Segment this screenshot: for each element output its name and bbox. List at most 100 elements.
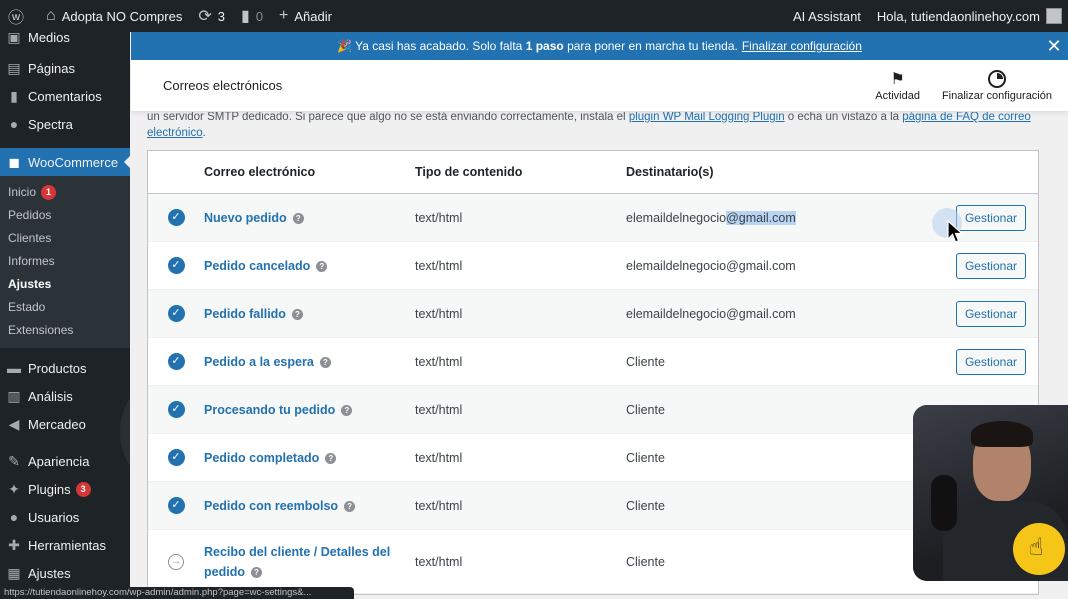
menu-ajustes-label: Ajustes	[28, 565, 71, 581]
home-icon: ⌂	[46, 7, 56, 24]
enabled-check-icon: ✓	[167, 497, 185, 514]
table-row: ✓ Pedido fallido? text/html elemaildelne…	[148, 290, 1038, 338]
add-new-link[interactable]: + Añadir	[271, 0, 340, 32]
finish-setup-label: Finalizar configuración	[941, 89, 1052, 102]
menu-woocommerce[interactable]: ◼ WooCommerce	[0, 148, 130, 176]
admin-bar: ⓦ ⌂ Adopta NO Compres ⟳ 3 ▮ 0 + Añadir AI As…	[0, 0, 1068, 32]
menu-comments-label: Comentarios	[28, 88, 102, 104]
pointer-glyph: ☝	[1029, 534, 1044, 561]
site-name-link[interactable]: ⌂ Adopta NO Compres	[38, 0, 190, 32]
help-icon[interactable]: ?	[319, 356, 331, 368]
comments-link[interactable]: ▮ 0	[233, 0, 271, 32]
updates-link[interactable]: ⟳ 3	[190, 0, 233, 32]
email-name-cell: Nuevo pedido?	[204, 208, 415, 228]
manage-button[interactable]: Gestionar	[955, 348, 1026, 375]
status-cell: ✓	[148, 449, 204, 466]
email-name-link-line2[interactable]: pedido	[204, 565, 245, 579]
help-icon[interactable]: ?	[316, 260, 328, 272]
email-name-cell: Pedido completado?	[204, 448, 415, 468]
page-title: Correos electrónicos	[163, 78, 283, 93]
help-icon[interactable]: ?	[250, 566, 262, 578]
finish-setup-button[interactable]: Finalizar configuración	[936, 69, 1058, 102]
user-icon: ●	[9, 509, 19, 525]
browser-status-url: https://tutiendaonlinehoy.com/wp-admin/a…	[0, 587, 354, 599]
submenu-ajustes[interactable]: Ajustes	[0, 273, 130, 296]
submenu-pedidos[interactable]: Pedidos	[0, 204, 130, 227]
email-name-link-line1[interactable]: Recibo del cliente / Detalles del	[204, 545, 390, 559]
page-icon: ▤	[7, 59, 21, 76]
menu-mercadeo[interactable]: ◀ Mercadeo	[0, 410, 130, 438]
plugin-icon: ✦	[8, 480, 20, 497]
email-name-cell: Procesando tu pedido?	[204, 400, 415, 420]
wordpress-icon: ⓦ	[8, 10, 25, 27]
help-icon[interactable]: ?	[341, 404, 353, 416]
activity-button[interactable]: ⚑ Actividad	[869, 70, 926, 102]
menu-productos[interactable]: ▬ Productos	[0, 354, 130, 382]
menu-apariencia-label: Apariencia	[28, 453, 90, 469]
intro-text-2: o echa un vistazo a la	[787, 111, 900, 123]
menu-comments[interactable]: ▮ Comentarios	[0, 82, 130, 110]
menu-plugins-label: Plugins	[28, 481, 71, 497]
spectra-icon: ●	[9, 116, 19, 132]
submenu-inicio-label: Inicio	[8, 185, 37, 199]
wordpress-logo-button[interactable]: ⓦ	[0, 0, 38, 32]
menu-analisis[interactable]: ▥ Análisis	[0, 382, 130, 410]
help-icon[interactable]: ?	[344, 500, 356, 512]
content-type-cell: text/html	[415, 258, 463, 273]
submenu-extensiones[interactable]: Extensiones	[0, 319, 130, 342]
email-name-link[interactable]: Pedido cancelado	[204, 259, 310, 273]
menu-apariencia[interactable]: ✎ Apariencia	[0, 447, 130, 475]
refresh-icon: ⟳	[198, 8, 212, 25]
manage-button[interactable]: Gestionar	[955, 204, 1026, 231]
help-icon[interactable]: ?	[292, 212, 304, 224]
email-name-link[interactable]: Pedido fallido	[204, 307, 286, 321]
email-name-link[interactable]: Nuevo pedido	[204, 211, 287, 225]
ai-assistant-link[interactable]: AI Assistant	[785, 0, 869, 32]
settings-icon: ▦	[7, 564, 21, 581]
help-icon[interactable]: ?	[291, 308, 303, 320]
menu-pages[interactable]: ▤ Páginas	[0, 54, 130, 82]
notice-text-before: 🎉 Ya casi has acabado. Solo falta	[337, 39, 523, 53]
submenu-estado[interactable]: Estado	[0, 296, 130, 319]
wp-mail-logging-link[interactable]: plugin WP Mail Logging Plugin	[629, 111, 785, 123]
submenu-inicio[interactable]: Inicio 1	[0, 181, 130, 204]
recipient-cell: Cliente	[626, 554, 665, 569]
menu-spectra-label: Spectra	[28, 116, 73, 132]
email-name-cell: Pedido fallido?	[204, 304, 415, 324]
email-name-link[interactable]: Pedido a la espera	[204, 355, 314, 369]
presenter-hair	[971, 421, 1033, 447]
site-name: Adopta NO Compres	[61, 8, 183, 24]
menu-usuarios[interactable]: ● Usuarios	[0, 503, 130, 531]
menu-spectra[interactable]: ● Spectra	[0, 110, 130, 138]
webcam-overlay: ☝	[913, 405, 1068, 581]
media-icon: ▣	[7, 32, 21, 45]
recipient-selected-text: @gmail.com	[726, 210, 796, 225]
help-icon[interactable]: ?	[325, 452, 337, 464]
menu-herramientas[interactable]: ✚ Herramientas	[0, 531, 130, 559]
finish-setup-link[interactable]: Finalizar configuración	[742, 39, 862, 53]
manage-button[interactable]: Gestionar	[955, 300, 1026, 327]
menu-ajustes[interactable]: ▦ Ajustes	[0, 559, 130, 587]
table-row: → Recibo del cliente / Detalles del pedid…	[148, 530, 1038, 594]
enabled-check-icon: ✓	[167, 401, 185, 418]
manage-button[interactable]: Gestionar	[955, 252, 1026, 279]
intro-text-3: .	[202, 127, 206, 139]
close-icon[interactable]: ✕	[1044, 36, 1064, 57]
enabled-check-icon: ✓	[167, 449, 185, 466]
manual-arrow-icon: →	[168, 553, 184, 570]
recipient-cell: Cliente	[626, 450, 665, 465]
content-type-cell: text/html	[415, 554, 463, 569]
email-name-link[interactable]: Procesando tu pedido	[204, 403, 335, 417]
content-type-cell: text/html	[415, 354, 463, 369]
admin-sidebar: ▣ Medios ▤ Páginas ▮ Comentarios ● Spectra ◼…	[0, 32, 130, 599]
menu-plugins[interactable]: ✦ Plugins 3	[0, 475, 130, 503]
submenu-clientes[interactable]: Clientes	[0, 227, 130, 250]
email-name-link[interactable]: Pedido con reembolso	[204, 499, 338, 513]
email-name-link[interactable]: Pedido completado	[204, 451, 319, 465]
menu-pages-label: Páginas	[28, 60, 75, 76]
menu-media[interactable]: ▣ Medios	[0, 32, 130, 48]
submenu-informes[interactable]: Informes	[0, 250, 130, 273]
account-menu[interactable]: Hola, tutiendaonlinehoy.com	[869, 0, 1068, 32]
updates-count: 3	[217, 8, 225, 24]
menu-woocommerce-label: WooCommerce	[28, 154, 119, 170]
